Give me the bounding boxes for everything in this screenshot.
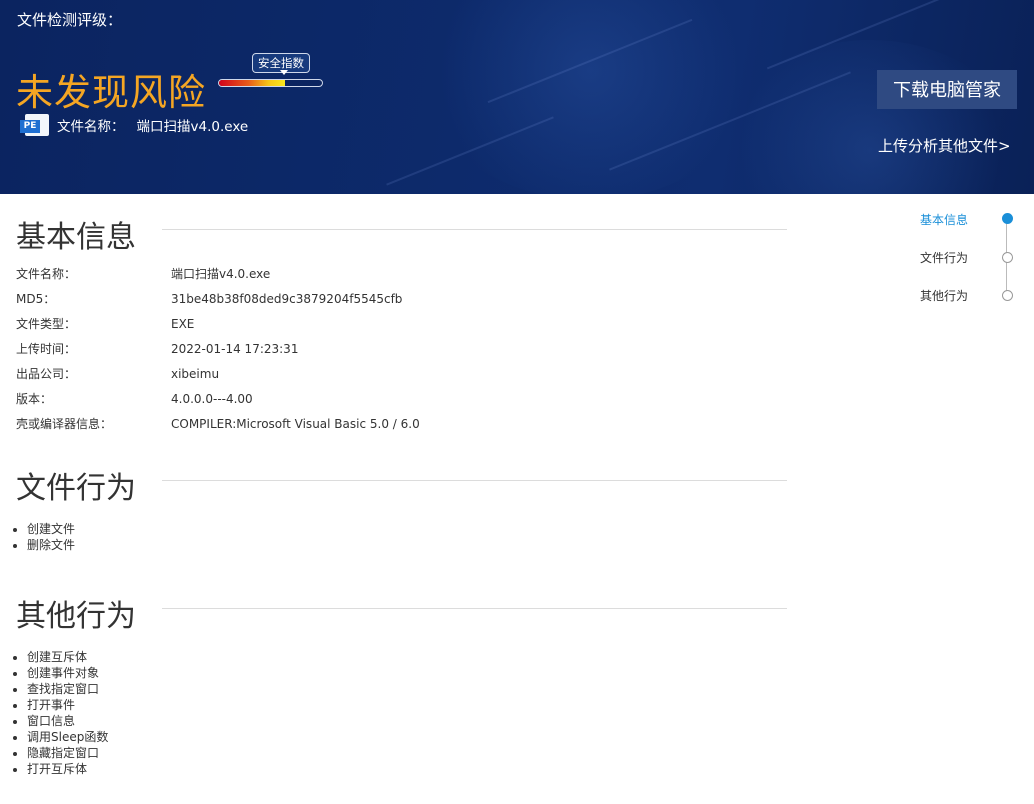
other-behavior-list: 创建互斥体 创建事件对象 查找指定窗口 打开事件 窗口信息 调用Sleep函数 …: [8, 649, 108, 777]
file-name-label: 文件名称：: [57, 119, 125, 135]
banner-glow: [720, 40, 1020, 194]
side-nav-dot-basic-info[interactable]: [1002, 213, 1013, 224]
side-nav-dot-file-behavior[interactable]: [1002, 252, 1013, 263]
info-row-compiler: 壳或编译器信息： COMPILER:Microsoft Visual Basic …: [16, 415, 420, 432]
pe-file-tag: PE: [20, 120, 40, 133]
list-item: 隐藏指定窗口: [27, 745, 108, 761]
info-label: 壳或编译器信息：: [16, 417, 113, 431]
side-nav-item-basic-info[interactable]: 基本信息: [920, 211, 968, 228]
section-title-other-behavior: 其他行为: [16, 599, 136, 634]
info-value: 31be48b38f08ded9c3879204f5545cfb: [171, 292, 403, 306]
info-value: EXE: [171, 317, 195, 331]
info-row-version: 版本： 4.0.0.0---4.00: [16, 390, 253, 407]
info-label: 出品公司：: [16, 367, 77, 381]
side-nav-item-file-behavior[interactable]: 文件行为: [920, 249, 968, 266]
info-label: 上传时间：: [16, 342, 77, 356]
info-value: xibeimu: [171, 367, 220, 381]
info-value: COMPILER:Microsoft Visual Basic 5.0 / 6.…: [171, 417, 420, 431]
info-row-upload-time: 上传时间： 2022-01-14 17:23:31: [16, 340, 298, 357]
banner-glow: [420, 0, 760, 194]
info-value: 端口扫描v4.0.exe: [171, 267, 271, 281]
safety-index-fill: [219, 80, 285, 86]
side-nav-dot-other-behavior[interactable]: [1002, 290, 1013, 301]
upload-other-file-link[interactable]: 上传分析其他文件>: [878, 135, 1011, 156]
list-item: 创建事件对象: [27, 665, 108, 681]
section-divider: [162, 229, 787, 230]
safety-index-bar: [218, 79, 323, 87]
info-row-file-name: 文件名称： 端口扫描v4.0.exe: [16, 265, 270, 282]
section-title-file-behavior: 文件行为: [16, 471, 136, 506]
verdict-text: 未发现风险: [16, 71, 206, 114]
list-item: 创建互斥体: [27, 649, 108, 665]
list-item: 查找指定窗口: [27, 681, 108, 697]
section-divider: [162, 608, 787, 609]
side-nav: 基本信息 文件行为 其他行为: [920, 210, 1020, 310]
download-manager-button[interactable]: 下载电脑管家: [877, 70, 1017, 109]
section-title-basic-info: 基本信息: [16, 220, 136, 255]
list-item: 打开事件: [27, 697, 108, 713]
info-value: 4.0.0.0---4.00: [171, 392, 253, 406]
info-label: 版本：: [16, 392, 53, 406]
list-item: 打开互斥体: [27, 761, 108, 777]
result-banner: 文件检测评级： 未发现风险 安全指数 PE 文件名称： 端口扫描v4.0.exe…: [0, 0, 1034, 194]
rating-label: 文件检测评级：: [17, 11, 123, 29]
safety-index-pointer: [280, 70, 288, 75]
info-row-md5: MD5： 31be48b38f08ded9c3879204f5545cfb: [16, 290, 402, 307]
side-nav-item-other-behavior[interactable]: 其他行为: [920, 287, 968, 304]
list-item: 删除文件: [27, 537, 75, 553]
info-row-company: 出品公司： xibeimu: [16, 365, 219, 382]
pe-file-icon: PE: [20, 114, 50, 136]
list-item: 创建文件: [27, 521, 75, 537]
info-label: 文件类型：: [16, 317, 77, 331]
info-label: 文件名称：: [16, 267, 77, 281]
file-name-row: PE 文件名称： 端口扫描v4.0.exe: [20, 114, 248, 136]
list-item: 调用Sleep函数: [27, 729, 108, 745]
safety-index: 安全指数: [218, 53, 323, 88]
list-item: 窗口信息: [27, 713, 108, 729]
file-behavior-list: 创建文件 删除文件: [8, 521, 75, 553]
info-value: 2022-01-14 17:23:31: [171, 342, 299, 356]
file-name-value: 端口扫描v4.0.exe: [136, 119, 249, 135]
info-row-file-type: 文件类型： EXE: [16, 315, 194, 332]
info-label: MD5：: [16, 292, 56, 306]
section-divider: [162, 480, 787, 481]
